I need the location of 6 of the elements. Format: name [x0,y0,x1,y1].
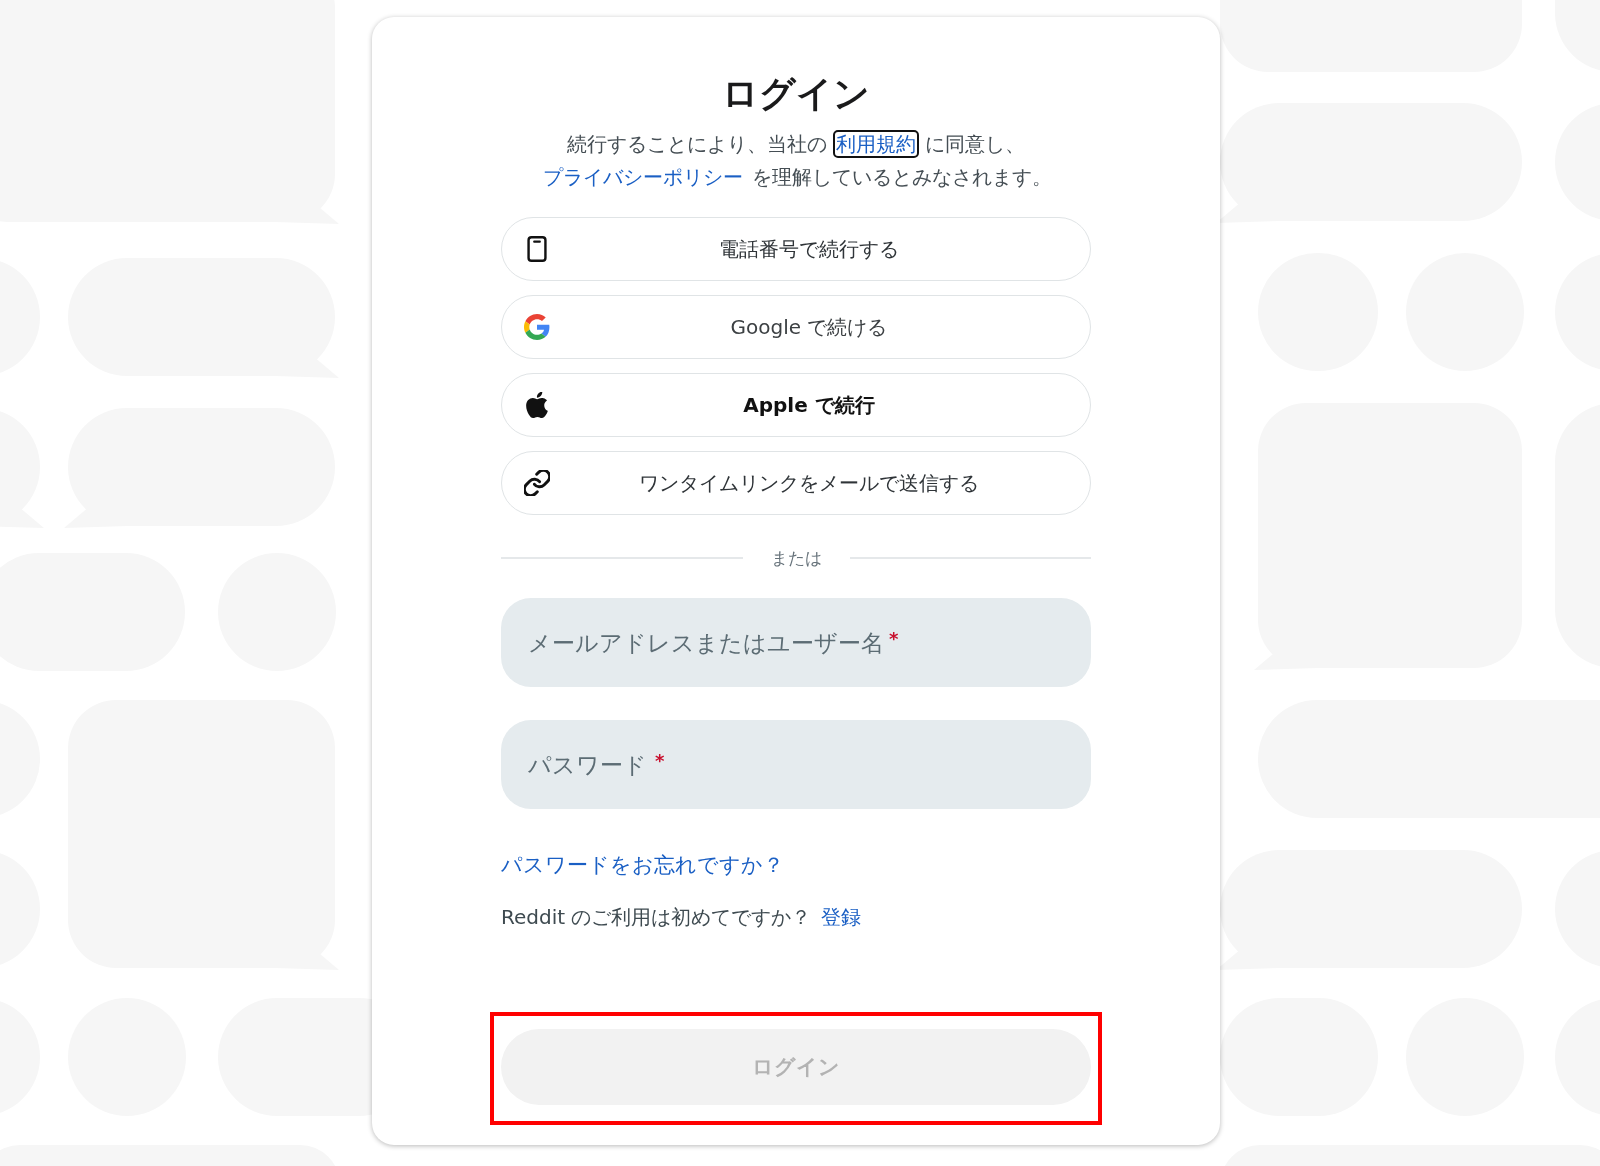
required-asterisk: * [889,629,899,649]
required-asterisk: * [655,751,665,771]
page-title: ログイン [721,72,871,116]
divider-label: または [770,548,822,568]
consent-text: 続行することにより、当社の 利用規約 に同意し、 プライバシーポリシー を理解しているとみなされます。 [481,128,1111,194]
signup-prompt: Reddit のご利用は初めてですか？ 登録 [501,904,863,931]
